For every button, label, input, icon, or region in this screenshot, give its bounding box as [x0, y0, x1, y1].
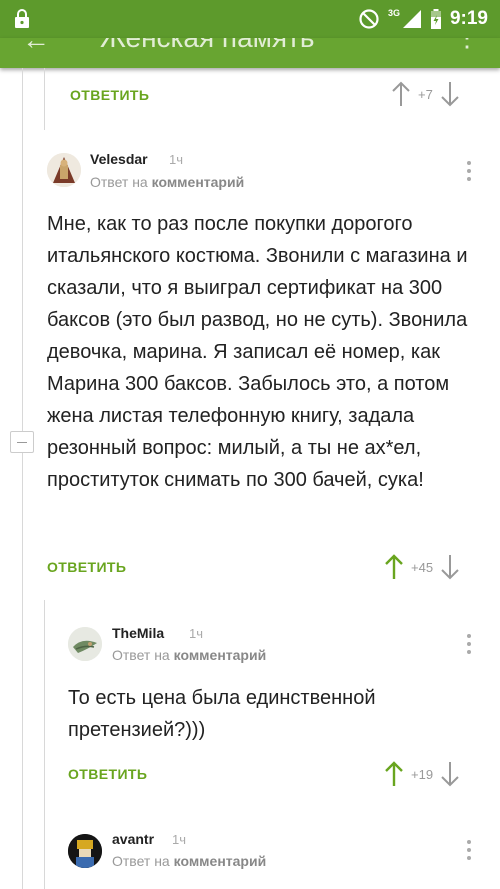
downvote-arrow-icon[interactable]	[439, 553, 461, 581]
comment-author[interactable]: avantr	[112, 831, 154, 847]
comment-score: +45	[411, 559, 434, 575]
downvote-arrow-icon[interactable]	[439, 760, 461, 788]
clock: 9:19	[449, 8, 488, 29]
status-bar: 3G 9:19	[0, 0, 500, 38]
comment-age: 1ч	[172, 832, 187, 847]
upvote-arrow-icon[interactable]	[383, 760, 405, 788]
back-arrow-icon[interactable]: ←	[22, 38, 50, 56]
thread-line	[44, 68, 45, 130]
avatar[interactable]	[68, 627, 102, 661]
more-options-icon[interactable]	[466, 634, 472, 658]
vote-controls: +45	[383, 553, 461, 581]
do-not-disturb-icon	[359, 9, 379, 29]
more-icon[interactable]: ⋮	[454, 38, 480, 53]
lock-icon	[15, 9, 29, 28]
reply-to-prefix: Ответ на	[112, 647, 170, 663]
comment-score: +19	[411, 766, 434, 782]
upvote-arrow-icon[interactable]	[390, 80, 412, 108]
reply-to-link[interactable]: комментарий	[174, 647, 267, 663]
reply-to-prefix: Ответ на	[112, 853, 170, 869]
avatar[interactable]	[47, 153, 81, 187]
battery-icon	[430, 9, 441, 29]
reply-to-prefix: Ответ на	[90, 174, 148, 190]
more-options-icon[interactable]	[466, 161, 472, 185]
vote-controls: +19	[383, 760, 461, 788]
comment-age: 1ч	[169, 152, 184, 167]
downvote-arrow-icon[interactable]	[439, 80, 461, 108]
reply-button[interactable]: ОТВЕТИТЬ	[68, 766, 147, 782]
thread-line	[22, 68, 23, 889]
comment-score: +7	[418, 86, 433, 102]
signal-icon	[402, 10, 421, 28]
more-options-icon[interactable]	[466, 840, 472, 864]
vote-controls: +7	[390, 80, 461, 108]
reply-to-line: Ответ на комментарий	[90, 174, 244, 190]
comment-author[interactable]: Velesdar	[90, 151, 148, 167]
comment-age: 1ч	[189, 626, 204, 641]
app-toolbar: ← Женская память ⋮	[0, 38, 500, 68]
collapse-thread-button[interactable]	[10, 431, 34, 453]
reply-to-line: Ответ на комментарий	[112, 853, 266, 869]
network-type: 3G	[387, 8, 400, 18]
comment-body: Мне, как то раз после покупки дорогого и…	[47, 213, 468, 491]
reply-to-line: Ответ на комментарий	[112, 647, 266, 663]
reply-to-link[interactable]: комментарий	[174, 853, 267, 869]
reply-button[interactable]: ОТВЕТИТЬ	[47, 559, 126, 575]
upvote-arrow-icon[interactable]	[383, 553, 405, 581]
reply-to-link[interactable]: комментарий	[152, 174, 245, 190]
reply-button[interactable]: ОТВЕТИТЬ	[70, 87, 149, 103]
comment-author[interactable]: TheMila	[112, 625, 164, 641]
page-title: Женская память	[100, 38, 314, 54]
thread-line	[44, 600, 45, 889]
comment-body: То есть цена была единственной претензие…	[68, 687, 376, 741]
avatar[interactable]	[68, 834, 102, 868]
